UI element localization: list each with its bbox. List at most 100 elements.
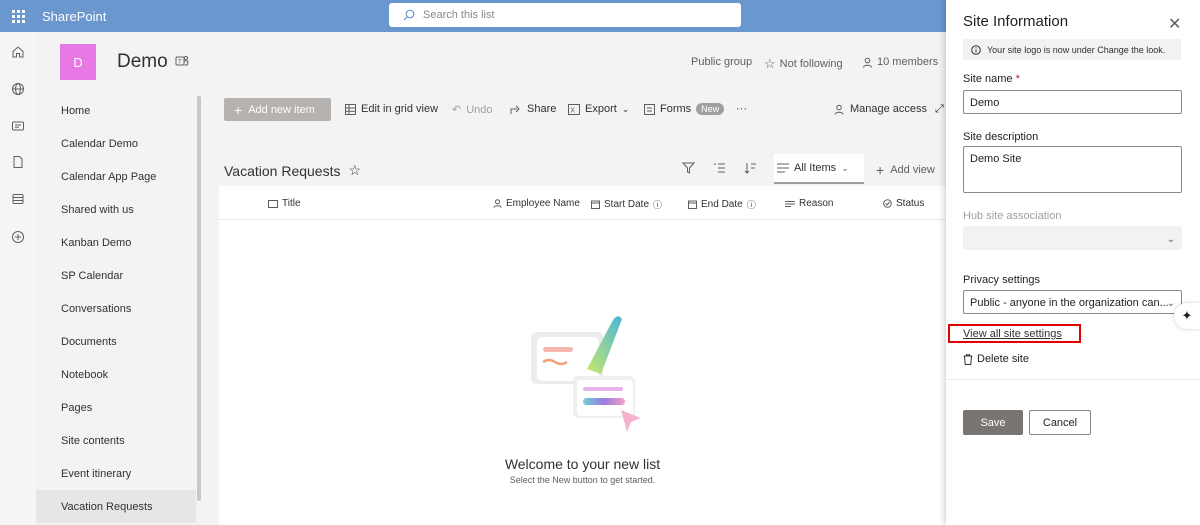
list-title[interactable]: Vacation Requests	[224, 163, 340, 179]
site-name-label-text: Site name	[963, 73, 1013, 85]
cancel-button[interactable]: Cancel	[1029, 410, 1091, 435]
new-badge: New	[696, 103, 725, 115]
grid-icon	[345, 103, 356, 115]
app-rail	[0, 32, 36, 525]
group-type: Public group	[691, 56, 752, 68]
copilot-sparkle-icon[interactable]: ✦	[1174, 303, 1200, 329]
add-view-button[interactable]: + Add view	[876, 162, 935, 178]
share-button[interactable]: Share	[510, 103, 556, 115]
expand-icon[interactable]: ⤢	[935, 103, 944, 116]
nav-item-calendar-app-page[interactable]: Calendar App Page	[61, 171, 156, 183]
nav-item-event-itinerary[interactable]: Event itinerary	[61, 468, 131, 480]
members-button[interactable]: 10 members	[862, 56, 938, 68]
sort-icon[interactable]	[744, 162, 757, 174]
view-selector[interactable]: All Items ⌄	[774, 154, 864, 184]
column-employee-name[interactable]: Employee Name	[493, 198, 580, 209]
site-navigation: Home Calendar Demo Calendar App Page Sha…	[36, 92, 206, 525]
document-icon[interactable]	[10, 154, 26, 170]
svg-text:X: X	[570, 107, 575, 114]
site-description-input[interactable]: Demo Site	[963, 146, 1182, 193]
follow-button[interactable]: ☆ Not following	[764, 56, 843, 72]
list-grid: Title Employee Name Start Date ⓘ End Dat…	[219, 186, 946, 525]
column-title[interactable]: Title	[268, 198, 301, 209]
export-button[interactable]: X Export ⌄	[568, 103, 629, 115]
nav-item-home[interactable]: Home	[61, 105, 90, 117]
add-new-item-button[interactable]: + Add new item	[224, 98, 331, 121]
site-title[interactable]: Demo	[117, 51, 168, 73]
forms-button[interactable]: Forms New	[644, 103, 725, 115]
undo-label: Undo	[466, 103, 493, 116]
nav-item-documents[interactable]: Documents	[61, 336, 117, 348]
hub-site-association-dropdown[interactable]: ⌄	[963, 226, 1182, 250]
info-icon[interactable]: ⓘ	[747, 198, 756, 211]
list-title-row: Vacation Requests ☆	[224, 162, 361, 179]
column-status[interactable]: Status	[883, 198, 924, 209]
column-end-date[interactable]: End Date ⓘ	[688, 198, 756, 211]
list-area: Vacation Requests ☆ All Items ⌄ + Add vi…	[206, 126, 946, 525]
privacy-settings-label: Privacy settings	[963, 274, 1041, 286]
nav-item-notebook[interactable]: Notebook	[61, 369, 108, 381]
star-icon: ☆	[764, 56, 776, 71]
teams-icon[interactable]: T	[175, 54, 189, 68]
manage-access-label: Manage access	[850, 103, 928, 115]
privacy-settings-dropdown[interactable]: Public - anyone in the organization can.…	[963, 290, 1182, 314]
delete-site-button[interactable]: Delete site	[963, 353, 1029, 365]
column-reason[interactable]: Reason	[785, 198, 833, 209]
chevron-down-icon: ⌄	[621, 103, 630, 114]
edit-grid-view-button[interactable]: Edit in grid view	[345, 103, 438, 115]
column-start-date[interactable]: Start Date ⓘ	[591, 198, 662, 211]
list-icon[interactable]	[10, 191, 26, 207]
site-name-input[interactable]: Demo	[963, 90, 1182, 114]
panel-title: Site Information	[963, 13, 1069, 30]
filter-icon[interactable]	[682, 162, 695, 174]
command-bar: + Add new item Edit in grid view ↶ Undo …	[206, 92, 946, 126]
create-icon[interactable]	[10, 229, 26, 245]
forms-icon	[644, 103, 655, 115]
search-placeholder: Search this list	[423, 9, 495, 21]
site-name-value: Demo	[970, 97, 1000, 109]
nav-item-pages[interactable]: Pages	[61, 402, 92, 414]
export-label: Export	[585, 103, 617, 115]
globe-icon[interactable]	[10, 81, 26, 97]
nav-item-vacation-requests[interactable]: Vacation Requests	[61, 501, 153, 513]
undo-button[interactable]: ↶ Undo	[452, 103, 493, 117]
calendar-icon	[591, 200, 600, 209]
forms-label: Forms	[660, 103, 692, 115]
close-icon[interactable]: ✕	[1168, 14, 1181, 34]
list-view-icon	[777, 163, 789, 173]
add-view-label: Add view	[890, 164, 935, 176]
info-icon[interactable]: ⓘ	[653, 198, 662, 211]
column-end-date-label: End Date	[701, 199, 743, 210]
privacy-settings-value: Public - anyone in the organization can.…	[970, 297, 1169, 309]
share-icon	[510, 105, 520, 114]
nav-item-site-contents[interactable]: Site contents	[61, 435, 125, 447]
nav-item-conversations[interactable]: Conversations	[61, 303, 131, 315]
site-logo[interactable]: D	[60, 44, 96, 80]
save-button[interactable]: Save	[963, 410, 1023, 435]
multiline-text-icon	[785, 200, 795, 207]
more-options-button[interactable]: ···	[736, 103, 747, 115]
add-new-item-label: Add new item	[248, 103, 315, 116]
manage-access-button[interactable]: Manage access	[833, 103, 927, 115]
nav-item-shared-with-us[interactable]: Shared with us	[61, 204, 134, 216]
nav-item-calendar-demo[interactable]: Calendar Demo	[61, 138, 138, 150]
view-all-site-settings-link[interactable]: View all site settings	[963, 328, 1062, 340]
app-launcher-icon[interactable]	[0, 0, 36, 32]
sharepoint-brand[interactable]: SharePoint	[42, 9, 106, 24]
group-by-icon[interactable]	[713, 162, 726, 174]
nav-scrollbar[interactable]	[197, 96, 201, 501]
nav-item-kanban-demo[interactable]: Kanban Demo	[61, 237, 131, 249]
favorite-star-icon[interactable]: ☆	[348, 162, 361, 179]
home-icon[interactable]	[10, 44, 26, 60]
plus-icon: +	[234, 101, 243, 118]
nav-item-sp-calendar[interactable]: SP Calendar	[61, 270, 123, 282]
undo-icon: ↶	[452, 104, 462, 116]
choice-icon	[883, 199, 892, 208]
empty-state-title: Welcome to your new list	[504, 456, 661, 472]
column-reason-label: Reason	[799, 198, 834, 209]
news-icon[interactable]	[10, 118, 26, 134]
people-icon	[834, 104, 844, 115]
search-box[interactable]: Search this list	[389, 3, 741, 27]
search-icon	[403, 9, 415, 21]
column-employee-name-label: Employee Name	[506, 198, 580, 209]
